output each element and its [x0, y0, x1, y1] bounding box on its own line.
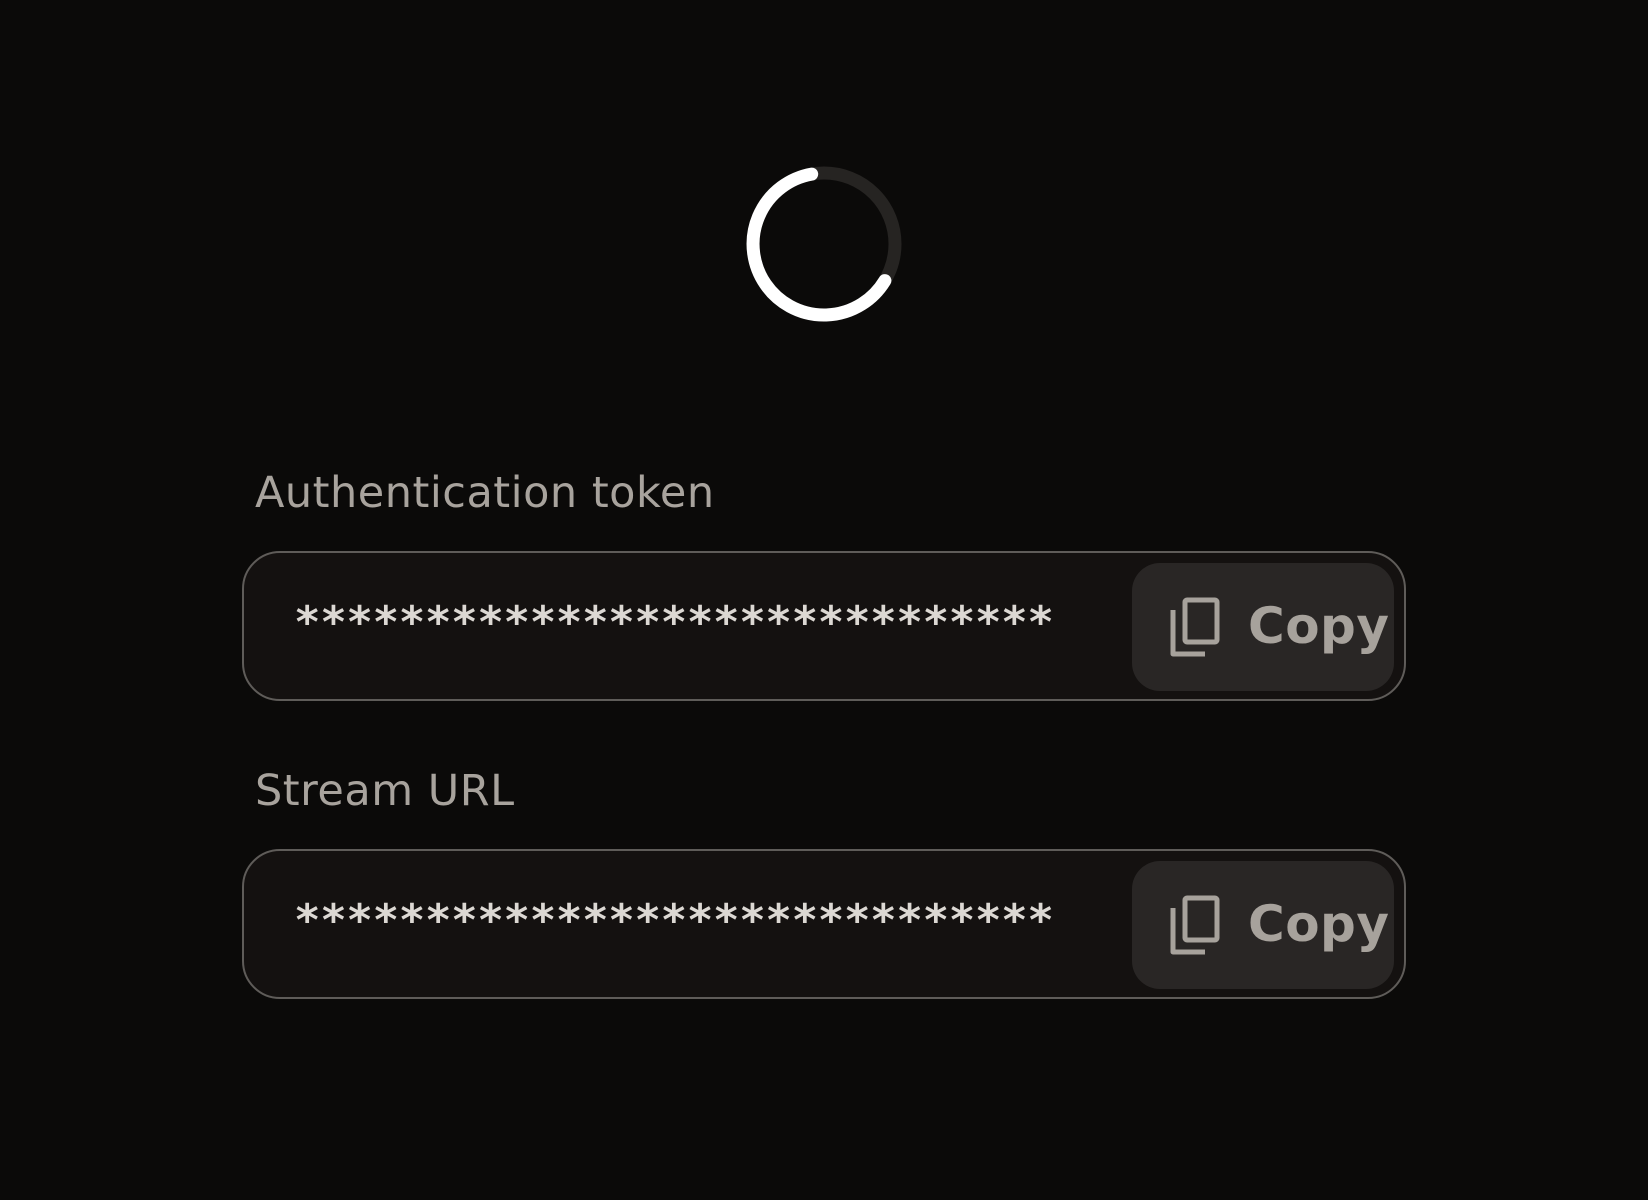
stream-credentials-panel: Authentication token *******************… — [0, 0, 1648, 1200]
copy-button-label: Copy — [1248, 597, 1390, 655]
auth-token-masked-value[interactable]: ***************************** — [294, 601, 1054, 645]
auth-token-field[interactable]: ***************************** Copy — [242, 551, 1406, 701]
copy-button-label: Copy — [1248, 895, 1390, 953]
loading-spinner-icon — [746, 166, 902, 322]
copy-stream-url-button[interactable]: Copy — [1132, 861, 1394, 989]
stream-url-masked-value[interactable]: ***************************** — [294, 899, 1054, 943]
copy-auth-token-button[interactable]: Copy — [1132, 563, 1394, 691]
stream-url-field[interactable]: ***************************** Copy — [242, 849, 1406, 999]
copy-icon — [1170, 895, 1220, 955]
stream-url-label: Stream URL — [255, 766, 515, 816]
auth-token-label: Authentication token — [255, 468, 715, 518]
copy-icon — [1170, 597, 1220, 657]
